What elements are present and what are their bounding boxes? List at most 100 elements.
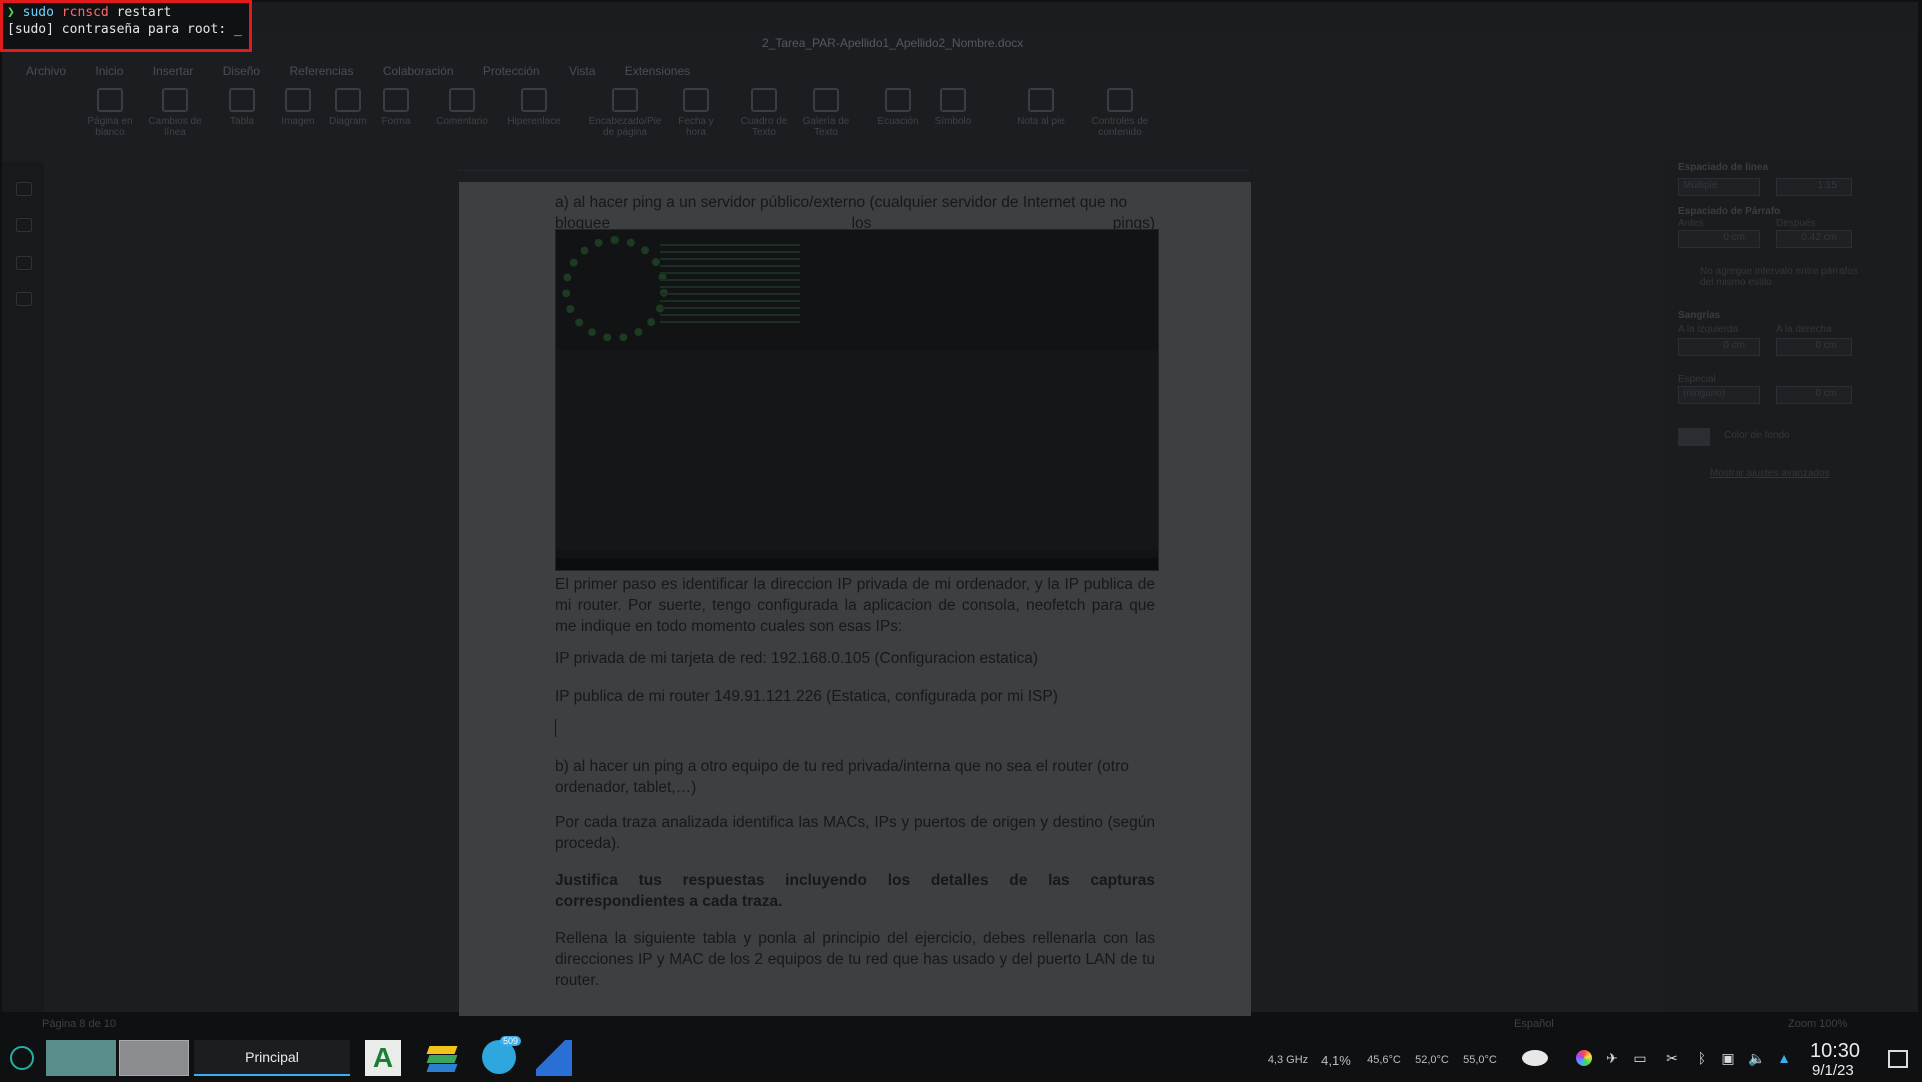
paragraph-public-ip: IP publica de mi router 149.91.121.226 (…: [555, 688, 1058, 705]
ribbon-diagram-button[interactable]: Diagram: [326, 88, 370, 127]
navigation-icon[interactable]: [16, 256, 32, 270]
andalucia-app-icon[interactable]: A: [365, 1040, 401, 1076]
layers-app-icon[interactable]: [424, 1040, 460, 1076]
calendar-icon: [683, 88, 709, 112]
search-icon[interactable]: [16, 182, 32, 196]
ribbon-textart-button[interactable]: Galería de Texto: [798, 88, 854, 138]
horizontal-ruler: [459, 160, 1249, 171]
special-select[interactable]: (ninguno): [1678, 386, 1760, 404]
equation-icon: [885, 88, 911, 112]
ribbon-table-button[interactable]: Tabla: [222, 88, 262, 127]
paragraph-intro: El primer paso es identificar la direcci…: [555, 576, 1155, 635]
ribbon-blank-page-button[interactable]: Página en blanco: [80, 88, 140, 138]
text-cursor: [555, 719, 556, 737]
ribbon-hyperlink-button[interactable]: Hiperenlace: [502, 88, 566, 127]
menu-vista[interactable]: Vista: [569, 64, 595, 78]
textart-icon: [813, 88, 839, 112]
status-bar: Página 8 de 10 Español Zoom 100%: [2, 1016, 1918, 1034]
ribbon-comment-button[interactable]: Comentario: [430, 88, 494, 127]
clipboard-icon[interactable]: ✂: [1664, 1050, 1680, 1066]
no-interval-checkbox-label[interactable]: No agregue intervalo entre párrafos del …: [1700, 266, 1870, 288]
ribbon-date-time-button[interactable]: Fecha y hora: [674, 88, 718, 138]
bluetooth-icon[interactable]: ᛒ: [1694, 1050, 1710, 1066]
color-picker-icon[interactable]: [1576, 1050, 1592, 1066]
paragraph-table-instructions: Rellena la siguiente tabla y ponla al pr…: [555, 930, 1155, 989]
terminal-tray-icon[interactable]: ▭: [1632, 1050, 1648, 1066]
menu-colaboracion[interactable]: Colaboración: [383, 64, 454, 78]
ribbon-equation-button[interactable]: Ecuación: [872, 88, 924, 127]
special-value-input[interactable]: 0 cm: [1776, 386, 1852, 404]
embedded-screenshot-image[interactable]: [555, 229, 1159, 571]
chart-icon: [335, 88, 361, 112]
left-sidebar: [2, 162, 44, 1012]
language-selector[interactable]: Español: [1514, 1018, 1554, 1030]
indent-right-input[interactable]: 0 cm: [1776, 338, 1852, 356]
ribbon-textbox-button[interactable]: Cuadro de Texto: [736, 88, 792, 138]
paragraph-trace: Por cada traza analizada identifica las …: [555, 814, 1155, 852]
indent-left-label: A la izquierda: [1678, 324, 1739, 335]
clock-date[interactable]: 9/1/23: [1812, 1062, 1854, 1079]
ribbon-header-footer-button[interactable]: Encabezado/Pie de página: [582, 88, 668, 138]
menu-bar: Archivo Inicio Insertar Diseño Referenci…: [26, 64, 716, 84]
ribbon-breaks-button[interactable]: Cambios de línea: [142, 88, 208, 138]
line-spacing-value-input[interactable]: 1.15: [1776, 178, 1852, 196]
menu-referencias[interactable]: Referencias: [289, 64, 353, 78]
paragraph-b: b) al hacer un ping a otro equipo de tu …: [555, 758, 1129, 796]
textbox-icon: [751, 88, 777, 112]
spacing-after-input[interactable]: 0.42 cm: [1776, 230, 1852, 248]
terminal-window[interactable]: ❯ sudo rcnscd restart [sudo] contraseña …: [0, 0, 252, 52]
volume-icon[interactable]: 🔈: [1748, 1050, 1765, 1066]
indent-left-input[interactable]: 0 cm: [1678, 338, 1760, 356]
menu-insertar[interactable]: Insertar: [153, 64, 194, 78]
app-launcher-icon[interactable]: [10, 1046, 34, 1070]
paragraph-justify: Justifica tus respuestas incluyendo los …: [555, 872, 1155, 910]
line-spacing-type-select[interactable]: Múltiple: [1678, 178, 1760, 196]
menu-inicio[interactable]: Inicio: [95, 64, 123, 78]
show-desktop-icon[interactable]: [1888, 1050, 1908, 1068]
background-color-button[interactable]: [1678, 428, 1710, 446]
workspace-principal[interactable]: Principal: [194, 1040, 350, 1076]
ribbon-footnote-button[interactable]: Nota al pie: [1010, 88, 1072, 127]
ribbon-image-button[interactable]: Imagen: [276, 88, 320, 127]
title-bar: [2, 2, 1918, 34]
menu-proteccion[interactable]: Protección: [483, 64, 540, 78]
paragraph-spacing-label: Espaciado de Párrafo: [1678, 206, 1781, 217]
prompt-arrow: ❯: [7, 5, 15, 20]
ribbon-symbol-button[interactable]: Símbolo: [930, 88, 976, 127]
menu-diseno[interactable]: Diseño: [223, 64, 260, 78]
link-icon: [521, 88, 547, 112]
clock-time[interactable]: 10:30: [1810, 1040, 1860, 1063]
weather-icon[interactable]: [1522, 1050, 1548, 1066]
background-color-label: Color de fondo: [1724, 430, 1790, 441]
comments-icon[interactable]: [16, 218, 32, 232]
telegram-badge: 509: [500, 1036, 522, 1046]
indents-label: Sangrías: [1678, 310, 1721, 321]
sudo-password-prompt[interactable]: [sudo] contraseña para root: _: [7, 21, 245, 38]
network-icon[interactable]: ▣: [1720, 1050, 1736, 1066]
wireshark-icon[interactable]: [536, 1040, 572, 1076]
paragraph-settings-panel: Espaciado de línea Múltiple 1.15 Espacia…: [1666, 160, 1910, 1010]
desktop-2-thumbnail[interactable]: [119, 1040, 189, 1076]
special-label: Especial: [1678, 374, 1716, 385]
shape-icon: [383, 88, 409, 112]
advanced-settings-link[interactable]: Mostrar ajustes avanzados: [1710, 468, 1830, 479]
neofetch-logo: [562, 236, 668, 342]
chevron-up-icon[interactable]: ▲: [1776, 1050, 1792, 1066]
telegram-tray-icon[interactable]: ✈: [1604, 1050, 1620, 1066]
spacing-before-input[interactable]: 0 cm: [1678, 230, 1760, 248]
taskbar: Principal A 509 4,3 GHz 4,1% 45,6°C 52,0…: [0, 1034, 1922, 1082]
after-label: Después: [1776, 218, 1816, 229]
feedback-icon[interactable]: [16, 292, 32, 306]
image-icon: [285, 88, 311, 112]
document-page[interactable]: a) al hacer ping a un servidor público/e…: [459, 182, 1251, 1016]
ribbon-content-controls-button[interactable]: Controles de contenido: [1084, 88, 1156, 138]
telegram-icon[interactable]: 509: [482, 1036, 522, 1074]
terminal-command-line: ❯ sudo rcnscd restart: [7, 4, 245, 21]
menu-extensiones[interactable]: Extensiones: [625, 64, 690, 78]
menu-archivo[interactable]: Archivo: [26, 64, 66, 78]
cpu-frequency: 4,3 GHz: [1267, 1054, 1309, 1066]
paragraph-a-line1: a) al hacer ping a un servidor público/e…: [555, 194, 1128, 211]
ribbon-shape-button[interactable]: Forma: [374, 88, 418, 127]
zoom-level[interactable]: Zoom 100%: [1788, 1018, 1847, 1030]
desktop-1-thumbnail[interactable]: [46, 1040, 116, 1076]
